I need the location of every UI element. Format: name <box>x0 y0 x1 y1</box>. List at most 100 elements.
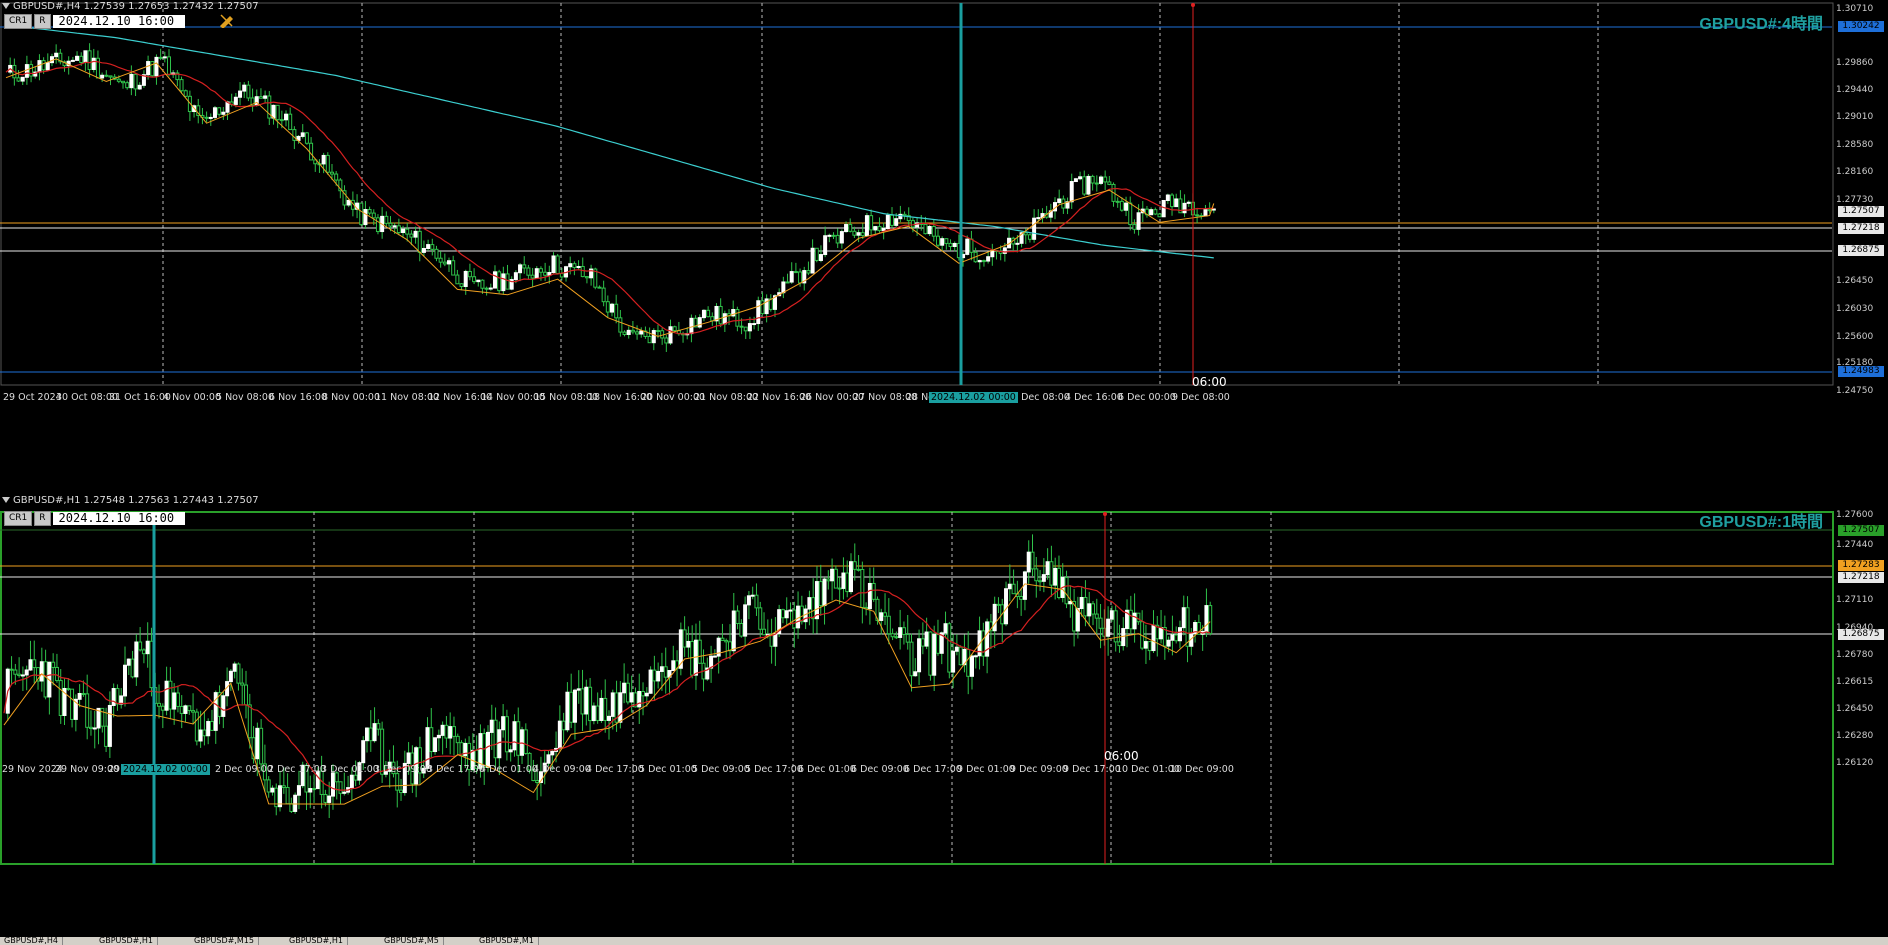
datetime-field[interactable]: 2024.12.10 16:00 <box>52 511 185 525</box>
chart-tab[interactable]: GBPUSD#,H4 <box>0 937 63 945</box>
candle-body <box>739 325 744 328</box>
candle-body <box>714 305 719 322</box>
r-button[interactable]: R <box>34 13 51 29</box>
candle-body <box>126 658 131 666</box>
pencil-tool-icon[interactable] <box>218 12 236 28</box>
candle-body <box>526 267 531 276</box>
chart-tab[interactable]: GBPUSD#,M1 <box>475 937 539 945</box>
candle-body <box>168 680 173 710</box>
candle-body <box>497 271 502 292</box>
candle-body <box>284 113 289 121</box>
candle-body <box>327 795 332 803</box>
collapse-triangle-icon[interactable] <box>2 3 10 9</box>
candle-body <box>951 650 956 673</box>
candle-body <box>77 693 82 700</box>
candle-body <box>1098 617 1103 629</box>
candle-body <box>29 64 34 77</box>
chart-pane-h1[interactable]: GBPUSD#,H1 1.27548 1.27563 1.27443 1.275… <box>0 494 1888 937</box>
candle-body <box>228 670 233 683</box>
candle-body <box>973 655 978 658</box>
datetime-field[interactable]: 2024.12.10 16:00 <box>52 14 185 28</box>
candle-body <box>622 682 627 694</box>
time-tick-label: 29 Nov 2024 <box>2 764 63 775</box>
candle-body <box>810 247 815 274</box>
candle-body <box>754 594 759 609</box>
candle-body <box>773 632 778 647</box>
chart-tab[interactable]: GBPUSD#,H1 <box>95 937 158 945</box>
candle-body <box>1082 176 1087 195</box>
candle-body <box>856 568 861 571</box>
candle-body <box>175 692 180 707</box>
candle-body <box>522 264 527 269</box>
candle-body <box>879 612 884 621</box>
candle-body <box>607 715 611 721</box>
candle-body <box>648 669 653 694</box>
candle-body <box>1019 596 1024 600</box>
candle-body <box>32 659 37 669</box>
chart-pane-h4[interactable]: GBPUSD#,H4 1.27539 1.27653 1.27432 1.275… <box>0 0 1888 405</box>
chart-tab[interactable]: GBPUSD#,M5 <box>380 937 444 945</box>
candle-body <box>718 305 723 325</box>
candle-body <box>970 655 974 677</box>
time-tick-label: 4 Dec 16:00 <box>1065 392 1123 403</box>
ma-short-line <box>3 585 1211 791</box>
time-tick-label: 5 Dec 09:00 <box>692 764 750 775</box>
candle-body <box>334 173 339 181</box>
candle-body <box>1132 612 1137 630</box>
candle-body <box>1056 567 1061 598</box>
candle-body <box>157 702 162 707</box>
candle-body <box>375 217 380 233</box>
candle-body <box>505 273 510 290</box>
cr-button[interactable]: CR1 <box>4 510 33 526</box>
candle-body <box>622 331 627 335</box>
candle-body <box>107 704 112 747</box>
r-button[interactable]: R <box>34 510 51 526</box>
candle-body <box>572 689 577 723</box>
time-tick-label: 4 Dec 09:00 <box>533 764 591 775</box>
candle-body <box>202 729 207 737</box>
candle-body <box>417 230 422 253</box>
candle-body <box>206 721 211 737</box>
candle-body <box>1132 224 1137 230</box>
candle-body <box>183 90 188 97</box>
chart-canvas-h4[interactable] <box>0 0 1888 405</box>
candle-body <box>534 268 539 279</box>
candle-body <box>584 276 589 279</box>
candle-body <box>430 244 435 250</box>
vline-time-label: 06:00 <box>1192 375 1227 389</box>
chart-tab[interactable]: GBPUSD#,H1 <box>285 937 348 945</box>
candle-body <box>940 238 945 246</box>
time-tick-label: 3 Dec 01:00 <box>321 764 379 775</box>
collapse-triangle-icon[interactable] <box>2 497 10 503</box>
candle-body <box>1117 641 1122 647</box>
candle-body <box>359 202 364 226</box>
candle-body <box>123 664 127 697</box>
time-highlight-label: 2024.12.02 00:00 <box>929 392 1018 403</box>
candle-body <box>238 90 243 98</box>
candle-body <box>559 273 564 278</box>
time-tick-label: 6 Dec 17:00 <box>904 764 962 775</box>
candle-body <box>492 271 497 289</box>
price-tick-label: 1.28160 <box>1836 167 1874 177</box>
candle-body <box>743 326 748 332</box>
candle-body <box>706 309 711 318</box>
candle-body <box>108 75 113 78</box>
candle-body <box>300 132 305 137</box>
candle-body <box>421 247 426 253</box>
candle-body <box>1073 178 1078 183</box>
candle-body <box>1165 194 1170 201</box>
chart-canvas-h1[interactable] <box>0 494 1888 937</box>
candle-body <box>179 79 184 92</box>
candle-body <box>618 692 623 723</box>
candle-body <box>659 666 664 672</box>
candle-body <box>1182 202 1187 214</box>
price-tick-label: 1.26030 <box>1836 304 1874 314</box>
candle-body <box>451 726 456 737</box>
cr-button[interactable]: CR1 <box>4 13 33 29</box>
chart-tab[interactable]: GBPUSD#,M15 <box>190 937 259 945</box>
candle-body <box>831 234 836 237</box>
candle-body <box>996 603 1001 606</box>
candle-body <box>986 256 991 262</box>
candle-body <box>1208 605 1213 635</box>
candle-body <box>365 727 369 742</box>
